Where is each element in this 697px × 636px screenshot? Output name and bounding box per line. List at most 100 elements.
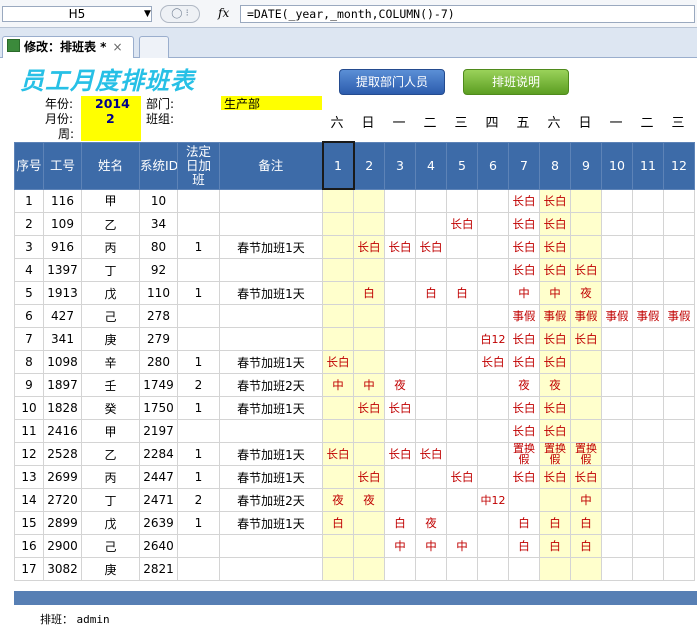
note-cell[interactable]: 春节加班2天 (219, 373, 323, 397)
shift-cell[interactable] (632, 281, 664, 305)
row-no-cell[interactable]: 14 (14, 488, 44, 512)
sys-id-cell[interactable]: 2447 (139, 465, 178, 489)
row-no-cell[interactable]: 13 (14, 465, 44, 489)
note-cell[interactable] (219, 212, 323, 236)
emp-id-cell[interactable]: 1897 (43, 373, 82, 397)
shift-cell[interactable] (632, 534, 664, 558)
col-header-day[interactable]: 3 (384, 141, 416, 190)
shift-cell[interactable] (446, 396, 478, 420)
shift-cell[interactable]: 长白 (508, 350, 540, 374)
overtime-cell[interactable]: 1 (177, 281, 220, 305)
schedule-help-button[interactable]: 排班说明 (463, 69, 569, 95)
shift-cell[interactable] (477, 188, 509, 213)
shift-cell[interactable] (663, 373, 695, 397)
row-no-cell[interactable]: 4 (14, 258, 44, 282)
note-cell[interactable]: 春节加班1天 (219, 396, 323, 420)
shift-cell[interactable] (353, 212, 385, 236)
shift-cell[interactable] (415, 419, 447, 443)
shift-cell[interactable] (322, 212, 354, 236)
name-cell[interactable]: 丁 (81, 488, 140, 512)
shift-cell[interactable] (415, 350, 447, 374)
shift-cell[interactable] (477, 281, 509, 305)
shift-cell[interactable] (322, 396, 354, 420)
shift-cell[interactable] (353, 258, 385, 282)
shift-cell[interactable] (601, 488, 633, 512)
shift-cell[interactable] (663, 534, 695, 558)
shift-cell[interactable]: 置换假 (508, 442, 540, 466)
shift-cell[interactable]: 长白 (539, 419, 571, 443)
shift-cell[interactable]: 长白 (539, 465, 571, 489)
shift-cell[interactable] (384, 188, 416, 213)
shift-cell[interactable] (508, 557, 540, 581)
shift-cell[interactable]: 中 (508, 281, 540, 305)
note-cell[interactable]: 春节加班1天 (219, 511, 323, 535)
shift-cell[interactable] (477, 557, 509, 581)
note-cell[interactable]: 春节加班1天 (219, 281, 323, 305)
col-header-day[interactable]: 10 (601, 141, 633, 190)
shift-cell[interactable] (446, 373, 478, 397)
tab-schedule[interactable]: 修改：排班表 * × (2, 36, 134, 58)
shift-cell[interactable] (477, 304, 509, 328)
overtime-cell[interactable] (177, 258, 220, 282)
shift-cell[interactable]: 长白 (539, 396, 571, 420)
sys-id-cell[interactable]: 2471 (139, 488, 178, 512)
shift-cell[interactable]: 长白 (539, 350, 571, 374)
shift-cell[interactable]: 白 (353, 281, 385, 305)
sys-id-cell[interactable]: 1749 (139, 373, 178, 397)
shift-cell[interactable]: 长白 (508, 465, 540, 489)
close-icon[interactable]: × (112, 40, 122, 54)
shift-cell[interactable] (632, 465, 664, 489)
shift-cell[interactable]: 长白 (570, 327, 602, 351)
shift-cell[interactable]: 长白 (539, 235, 571, 259)
shift-cell[interactable]: 长白 (539, 212, 571, 236)
name-cell[interactable]: 丁 (81, 258, 140, 282)
shift-cell[interactable] (663, 442, 695, 466)
note-cell[interactable]: 春节加班1天 (219, 350, 323, 374)
shift-cell[interactable] (601, 419, 633, 443)
overtime-cell[interactable] (177, 304, 220, 328)
row-no-cell[interactable]: 3 (14, 235, 44, 259)
shift-cell[interactable] (353, 188, 385, 213)
name-box[interactable]: H5 (2, 6, 152, 22)
shift-cell[interactable] (601, 396, 633, 420)
shift-cell[interactable] (446, 350, 478, 374)
shift-cell[interactable] (570, 557, 602, 581)
overtime-cell[interactable]: 1 (177, 442, 220, 466)
col-header-no[interactable]: 序号 (14, 141, 44, 190)
emp-id-cell[interactable]: 2416 (43, 419, 82, 443)
shift-cell[interactable]: 夜 (570, 281, 602, 305)
row-no-cell[interactable]: 8 (14, 350, 44, 374)
sys-id-cell[interactable]: 2197 (139, 419, 178, 443)
shift-cell[interactable]: 事假 (632, 304, 664, 328)
shift-cell[interactable] (477, 419, 509, 443)
shift-cell[interactable]: 夜 (322, 488, 354, 512)
row-no-cell[interactable]: 17 (14, 557, 44, 581)
shift-cell[interactable] (539, 488, 571, 512)
shift-cell[interactable] (477, 465, 509, 489)
emp-id-cell[interactable]: 916 (43, 235, 82, 259)
shift-cell[interactable] (384, 488, 416, 512)
shift-cell[interactable] (353, 511, 385, 535)
shift-cell[interactable] (477, 212, 509, 236)
col-header-emp-id[interactable]: 工号 (43, 141, 82, 190)
sys-id-cell[interactable]: 10 (139, 188, 178, 213)
shift-cell[interactable]: 中 (539, 281, 571, 305)
shift-cell[interactable] (539, 557, 571, 581)
shift-cell[interactable] (570, 235, 602, 259)
shift-cell[interactable] (446, 419, 478, 443)
shift-cell[interactable]: 中 (384, 534, 416, 558)
shift-cell[interactable]: 白 (539, 534, 571, 558)
shift-cell[interactable] (415, 188, 447, 213)
col-header-day[interactable]: 11 (632, 141, 664, 190)
shift-cell[interactable] (632, 258, 664, 282)
shift-cell[interactable] (384, 281, 416, 305)
emp-id-cell[interactable]: 427 (43, 304, 82, 328)
shift-cell[interactable] (632, 235, 664, 259)
overtime-cell[interactable]: 1 (177, 235, 220, 259)
shift-cell[interactable] (601, 373, 633, 397)
shift-cell[interactable] (415, 488, 447, 512)
formula-toggle-button[interactable]: ◯ ⁝ (160, 5, 200, 23)
col-header-day[interactable]: 12 (663, 141, 695, 190)
shift-cell[interactable] (322, 281, 354, 305)
shift-cell[interactable] (632, 327, 664, 351)
